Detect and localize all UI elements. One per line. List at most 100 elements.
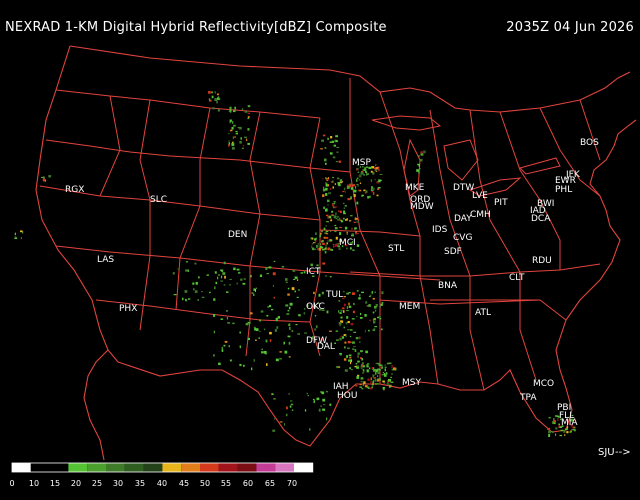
echo-cell [342, 307, 345, 310]
echo-cell [277, 316, 280, 319]
echo-cell [229, 359, 232, 362]
city-label-msy: MSY [402, 378, 421, 388]
city-label-stl: STL [388, 244, 404, 254]
echo-cell [251, 292, 254, 294]
echo-cell [194, 262, 197, 265]
echo-cell [365, 191, 368, 193]
echo-cell [388, 379, 391, 382]
echo-cell [420, 158, 423, 162]
echo-cell [569, 431, 571, 433]
echo-cell [352, 249, 355, 251]
echo-cell [269, 304, 272, 308]
legend-tick-label: 70 [287, 479, 297, 488]
echo-cell [363, 381, 366, 384]
echo-cell [343, 296, 346, 298]
echo-cell [239, 126, 242, 130]
legend-swatch [12, 463, 31, 472]
echo-cell [374, 372, 377, 375]
echo-cell [351, 227, 353, 230]
echo-cell [374, 305, 377, 309]
city-label-pit: PIT [494, 198, 508, 208]
echo-cell [362, 194, 364, 197]
echo-cell [314, 328, 317, 331]
city-label-mia: MIA [561, 418, 578, 428]
echo-cell [292, 270, 296, 272]
echo-cell [345, 219, 347, 221]
echo-cell [357, 184, 359, 187]
echo-cell [356, 169, 359, 171]
city-label-mco: MCO [533, 379, 554, 389]
echo-cell [369, 319, 371, 322]
echo-cell [325, 390, 328, 393]
offscreen-sju-label: SJU [598, 447, 615, 458]
echo-cell [335, 139, 338, 143]
echo-cell [321, 139, 324, 142]
echo-cell [373, 369, 376, 372]
echo-cell [339, 337, 342, 341]
echo-cell [337, 218, 341, 221]
echo-cell [173, 294, 177, 296]
echo-cell [346, 355, 348, 358]
echo-cell [350, 187, 354, 190]
echo-cell [347, 329, 350, 331]
echo-cell [318, 247, 321, 251]
city-label-bos: BOS [580, 138, 599, 148]
echo-cell [348, 354, 352, 357]
echo-cell [334, 139, 336, 143]
echo-cell [288, 356, 291, 358]
echo-cell [291, 409, 294, 411]
legend-tick-label: 30 [113, 479, 123, 488]
echo-cell [359, 341, 361, 343]
echo-cell [289, 302, 293, 306]
echo-cell [329, 188, 331, 190]
echo-cell [372, 311, 375, 314]
echo-cell [258, 330, 261, 332]
echo-cell [333, 246, 335, 248]
echo-cell [329, 276, 332, 278]
echo-cell [359, 182, 362, 184]
echo-cell [322, 408, 326, 411]
echo-cell [555, 433, 557, 436]
echo-cell [272, 429, 276, 432]
echo-cell [194, 290, 198, 293]
radar-map: MSPMKE DTWORDMDWLVECMHPITDAYIDSCVGSDFSTLM… [9, 45, 637, 488]
echo-cell [182, 297, 184, 301]
echo-cell [311, 245, 313, 249]
echo-cell [271, 308, 274, 311]
echo-cell [346, 292, 349, 295]
echo-cell [247, 337, 250, 341]
echo-cell [253, 326, 256, 329]
echo-cell [261, 348, 263, 351]
echo-cell [332, 180, 334, 183]
echo-cell [338, 366, 341, 368]
echo-cell [286, 406, 288, 410]
echo-cell [381, 302, 384, 304]
city-label-tpa: TPA [519, 393, 537, 403]
echo-cell [360, 172, 364, 175]
echo-cell [235, 130, 238, 132]
echo-cell [372, 319, 374, 321]
echo-cell [566, 431, 569, 434]
echo-cell [334, 230, 337, 233]
echo-cell [259, 274, 263, 277]
echo-cell [231, 147, 235, 150]
echo-cell [384, 366, 387, 368]
echo-cell [288, 306, 291, 310]
echo-cell [347, 198, 351, 201]
echo-cell [293, 279, 296, 280]
echo-cell [240, 137, 242, 140]
echo-cell [309, 428, 311, 431]
echo-cell [226, 291, 229, 293]
echo-cell [319, 243, 322, 245]
legend-swatch [143, 463, 163, 472]
echo-cell [381, 365, 383, 367]
echo-cell [376, 194, 379, 197]
echo-cell [357, 352, 360, 356]
echo-cell [312, 398, 315, 400]
echo-cell [418, 168, 421, 170]
echo-cell [269, 331, 272, 335]
echo-cell [208, 98, 211, 101]
echo-cell [288, 341, 291, 345]
echo-cell [208, 91, 211, 94]
echo-cell [313, 238, 317, 241]
